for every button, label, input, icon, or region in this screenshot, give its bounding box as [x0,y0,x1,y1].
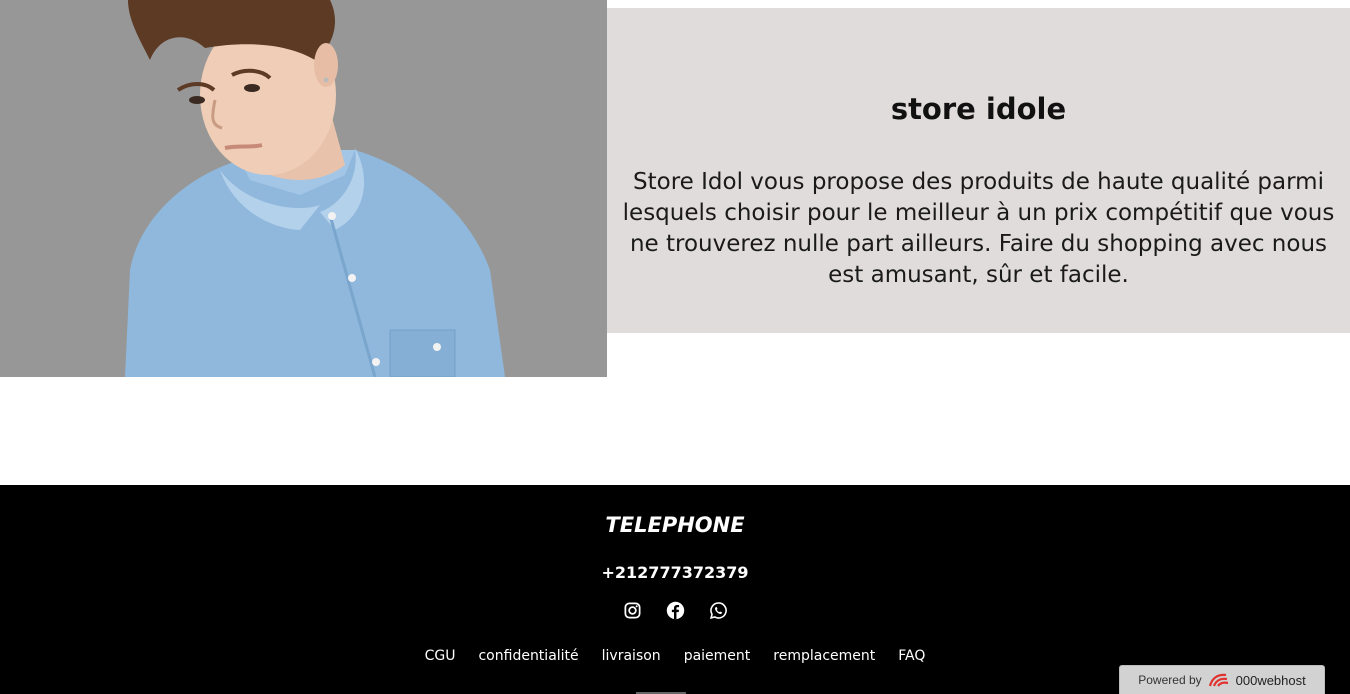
model-photo [0,0,607,377]
model-illustration [0,0,607,377]
footer: TELEPHONE +212777372379 CGU confidential… [0,485,1350,694]
footer-phone[interactable]: +212777372379 [0,563,1350,582]
footer-link-payment[interactable]: paiement [684,648,751,664]
instagram-icon[interactable] [623,601,642,620]
footer-link-cgu[interactable]: CGU [425,648,456,664]
footer-heading: TELEPHONE [605,513,745,537]
footer-link-delivery[interactable]: livraison [602,648,661,664]
about-title: store idole [890,92,1067,126]
powered-by-badge[interactable]: Powered by 000webhost [1119,665,1325,694]
footer-link-replacement[interactable]: remplacement [773,648,875,664]
whatsapp-icon[interactable] [709,601,728,620]
footer-link-faq[interactable]: FAQ [898,648,925,664]
facebook-icon[interactable] [666,601,685,620]
page: store idole Store Idol vous propose des … [0,0,1350,694]
footer-link-privacy[interactable]: confidentialité [478,648,578,664]
about-panel: store idole Store Idol vous propose des … [607,8,1350,333]
powered-by-brand: 000webhost [1235,672,1306,688]
footer-nav: CGU confidentialité livraison paiement r… [0,648,1350,664]
about-text: Store Idol vous propose des produits de … [622,169,1335,288]
powered-by-label: Powered by [1138,673,1202,687]
social-links [0,601,1350,620]
webhost-logo-icon [1208,673,1228,687]
